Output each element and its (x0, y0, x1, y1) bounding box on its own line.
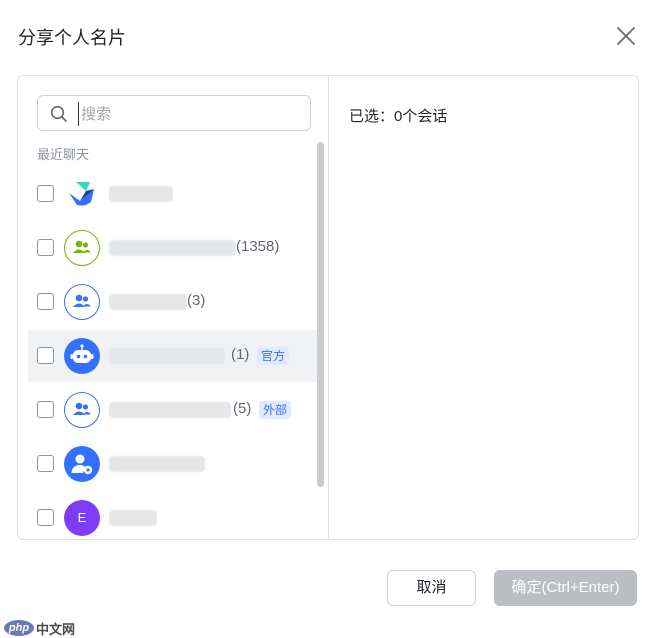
close-icon[interactable] (612, 22, 640, 50)
letter-avatar: E (64, 500, 100, 536)
external-tag: 外部 (259, 401, 292, 419)
bot-icon (64, 338, 100, 374)
dialog-title: 分享个人名片 (18, 28, 126, 48)
contact-name (109, 294, 187, 310)
official-tag: 官方 (257, 347, 290, 365)
contact-name (109, 348, 225, 364)
list-item[interactable]: (3) (28, 276, 318, 328)
member-count: (1358) (236, 238, 280, 255)
php-logo: php (4, 620, 34, 636)
search-input[interactable] (78, 102, 298, 126)
contact-name (109, 510, 157, 526)
list-item[interactable] (28, 438, 318, 490)
list-item[interactable] (28, 168, 318, 220)
member-count: (1) (231, 346, 250, 363)
selected-count-label: 已选：0个会话 (349, 108, 448, 125)
watermark-text: 中文网 (36, 621, 76, 637)
group-icon (64, 230, 100, 266)
contact-name (109, 186, 173, 202)
user-settings-icon (64, 446, 100, 482)
checkbox[interactable] (37, 185, 54, 202)
checkbox[interactable] (37, 293, 54, 310)
member-count: (3) (187, 292, 206, 309)
contact-name (109, 456, 205, 472)
contact-name (109, 402, 231, 418)
contact-name (109, 240, 236, 256)
app-logo-icon (64, 176, 100, 212)
scrollbar[interactable] (317, 142, 324, 487)
search-icon (50, 105, 68, 123)
site-watermark: php 中文网 (4, 619, 75, 637)
checkbox[interactable] (37, 239, 54, 256)
group-icon (64, 284, 100, 320)
checkbox[interactable] (37, 509, 54, 526)
confirm-button[interactable]: 确定(Ctrl+Enter) (494, 570, 637, 606)
search-box[interactable] (37, 95, 311, 131)
recent-chat-pane: 最近聊天 (18, 76, 329, 539)
checkbox[interactable] (37, 347, 54, 364)
checkbox[interactable] (37, 455, 54, 472)
list-item[interactable]: (1358) (28, 222, 318, 274)
group-icon (64, 392, 100, 428)
list-item[interactable]: (5) 外部 (28, 384, 318, 436)
cancel-button[interactable]: 取消 (387, 570, 476, 606)
member-count: (5) (233, 400, 252, 417)
list-item[interactable]: E (28, 492, 318, 539)
list-item[interactable]: (1) 官方 (28, 330, 318, 382)
selected-pane: 已选：0个会话 (329, 76, 638, 539)
recent-chats-label: 最近聊天 (37, 147, 90, 162)
selector-panel: 最近聊天 (17, 75, 639, 540)
checkbox[interactable] (37, 401, 54, 418)
